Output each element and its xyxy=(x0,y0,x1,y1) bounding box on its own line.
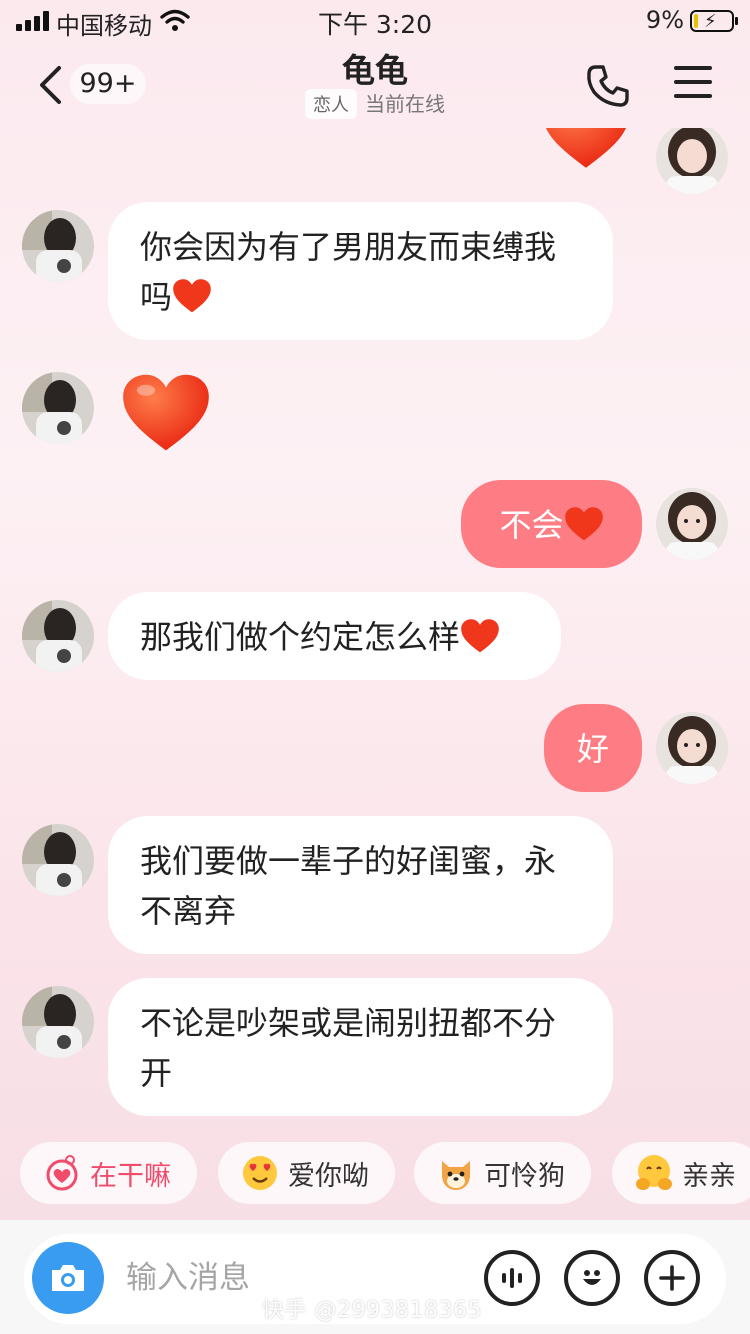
heart-emoji-icon xyxy=(564,507,603,541)
quick-reply-chip[interactable]: 爱你呦 xyxy=(218,1142,395,1204)
chat-header: 99+ 龟龟 恋人 当前在线 xyxy=(0,42,750,128)
clock: 下午 3:20 xyxy=(317,10,433,39)
message-text: 开 xyxy=(140,1054,173,1092)
quick-reply-chip[interactable]: 可怜狗 xyxy=(414,1142,591,1204)
contact-avatar[interactable] xyxy=(22,986,94,1058)
message-text: 吗 xyxy=(140,278,173,316)
phone-icon[interactable] xyxy=(584,62,632,110)
my-avatar[interactable] xyxy=(656,712,728,784)
outgoing-bubble[interactable]: 好 xyxy=(544,704,642,792)
message-text: 不会 xyxy=(499,506,564,544)
message-bubble[interactable]: 不论是吵架或是闹别扭都不分 开 xyxy=(108,978,613,1116)
heart-emoji-icon xyxy=(461,619,499,653)
heart-eyes-icon xyxy=(243,1156,277,1190)
quick-reply-label: 亲亲 xyxy=(682,1160,736,1192)
contact-name: 龟龟 xyxy=(342,51,408,90)
voice-button[interactable] xyxy=(484,1250,540,1306)
watermark: 快手 @2993818365 xyxy=(262,1298,482,1323)
battery-icon: ⚡ xyxy=(690,10,738,32)
online-status: 当前在线 xyxy=(365,92,445,116)
contact-avatar[interactable] xyxy=(22,600,94,672)
contact-avatar[interactable] xyxy=(22,210,94,282)
emoji-button[interactable] xyxy=(564,1250,620,1306)
outgoing-bubble[interactable]: 不会 xyxy=(461,480,642,568)
voice-wave-icon xyxy=(502,1268,522,1288)
chat-area[interactable]: 你会因为有了男朋友而束缚我 吗 不会 那我们做个约定怎么样 好 我们要做一辈子的… xyxy=(0,128,750,1126)
status-bar: 中国移动 下午 3:20 9% ⚡ xyxy=(0,0,750,42)
heart-sticker[interactable] xyxy=(120,372,212,454)
message-bubble[interactable]: 我们要做一辈子的好闺蜜，永 不离弃 xyxy=(108,816,613,954)
message-text: 你会因为有了男朋友而束缚我 xyxy=(140,228,557,266)
message-bubble[interactable]: 那我们做个约定怎么样 xyxy=(108,592,561,680)
quick-reply-label: 在干嘛 xyxy=(90,1160,171,1192)
heart-hand-icon xyxy=(46,1155,78,1191)
camera-button[interactable] xyxy=(32,1242,104,1314)
hug-icon xyxy=(636,1155,672,1190)
quick-reply-chip[interactable]: 亲亲 xyxy=(612,1142,750,1204)
heart-sticker xyxy=(546,128,626,168)
quick-reply-bar: 在干嘛 爱你呦 可怜狗 亲亲 xyxy=(0,1126,750,1220)
heart-emoji-icon xyxy=(173,279,211,313)
battery-percent: 9% xyxy=(645,6,684,34)
puppy-icon xyxy=(442,1161,470,1190)
my-avatar[interactable] xyxy=(656,128,728,194)
plus-icon xyxy=(659,1265,685,1291)
message-bubble[interactable]: 你会因为有了男朋友而束缚我 吗 xyxy=(108,202,613,340)
my-avatar[interactable] xyxy=(656,488,728,560)
quick-reply-label: 爱你呦 xyxy=(288,1160,369,1192)
add-button[interactable] xyxy=(644,1250,700,1306)
smiley-icon xyxy=(583,1270,601,1285)
message-text: 不论是吵架或是闹别扭都不分 xyxy=(140,1004,557,1042)
contact-avatar[interactable] xyxy=(22,824,94,896)
camera-icon xyxy=(52,1265,84,1291)
contact-status: 恋人 当前在线 xyxy=(0,88,750,119)
message-text: 不离弃 xyxy=(140,892,237,930)
message-text: 好 xyxy=(576,730,609,768)
message-text: 那我们做个约定怎么样 xyxy=(140,618,461,656)
menu-icon[interactable] xyxy=(674,66,714,102)
relation-tag: 恋人 xyxy=(305,89,357,119)
quick-reply-chip[interactable]: 在干嘛 xyxy=(20,1142,197,1204)
message-text: 我们要做一辈子的好闺蜜，永 xyxy=(140,842,557,880)
contact-avatar[interactable] xyxy=(22,372,94,444)
quick-reply-label: 可怜狗 xyxy=(484,1160,565,1192)
